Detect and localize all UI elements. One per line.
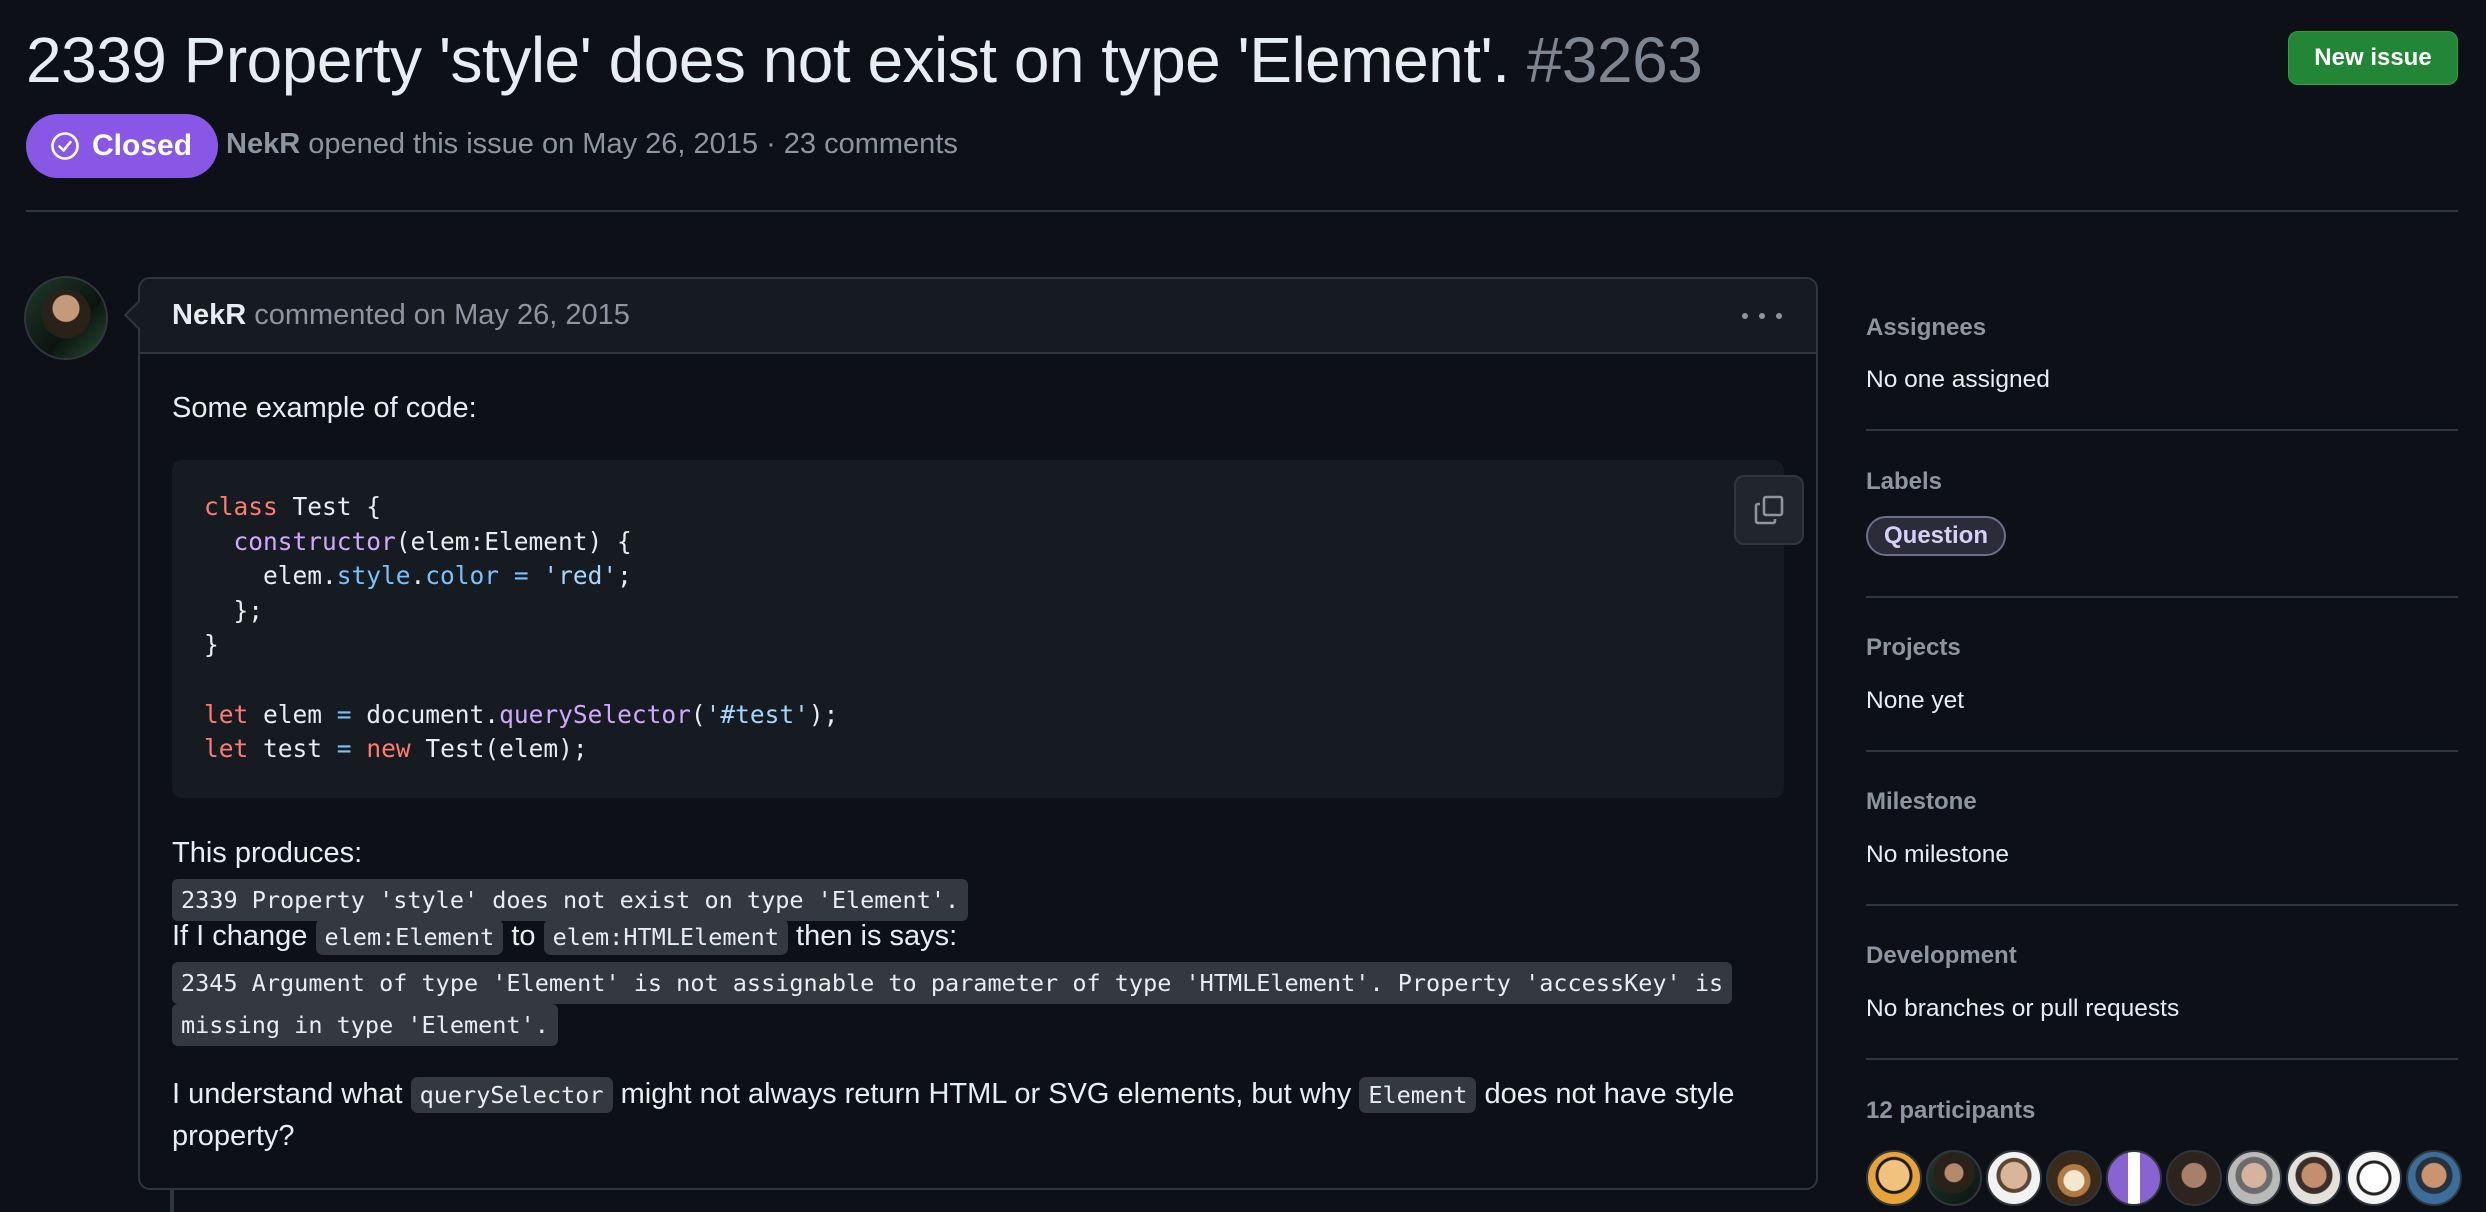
issue-opened-text: opened this issue on May 26, 2015 · 23 c… — [308, 128, 958, 160]
participant-avatar[interactable] — [2406, 1150, 2462, 1206]
assignees-value: No one assigned — [1866, 366, 2050, 393]
change-post: then is says: — [796, 920, 958, 952]
comment-timestamp[interactable]: commented on May 26, 2015 — [254, 299, 630, 331]
projects-value: None yet — [1866, 687, 1965, 714]
copy-icon — [1754, 495, 1784, 525]
error-code-2-line-2: missing in type 'Element'. — [172, 1004, 558, 1046]
participant-avatar[interactable] — [2226, 1150, 2282, 1206]
question-sentence: I understand what querySelector might no… — [172, 1077, 1735, 1113]
development-value: No branches or pull requests — [1866, 995, 2180, 1022]
comment-header: NekR commented on May 26, 2015 — [140, 279, 1816, 354]
sidebar-divider — [1866, 1058, 2458, 1060]
comment-header-text: NekR commented on May 26, 2015 — [172, 299, 630, 332]
participant-avatar[interactable] — [2046, 1150, 2102, 1206]
participant-avatar[interactable] — [2346, 1150, 2402, 1206]
participant-avatar[interactable] — [2286, 1150, 2342, 1206]
timeline-line — [170, 1190, 174, 1212]
header-divider — [26, 210, 2458, 212]
sidebar-divider — [1866, 904, 2458, 906]
inline-code-queryselector: querySelector — [410, 1077, 613, 1113]
change-pre: If I change — [172, 920, 308, 952]
question-mid: might not always return HTML or SVG elem… — [620, 1078, 1352, 1110]
milestone-value: No milestone — [1866, 841, 2009, 868]
inline-code-element: elem:Element — [315, 919, 504, 955]
issue-title: 2339 Property 'style' does not exist on … — [26, 18, 1703, 102]
new-issue-button[interactable]: New issue — [2288, 31, 2458, 85]
change-to-word: to — [511, 920, 536, 952]
error-code-1: 2339 Property 'style' does not exist on … — [172, 879, 969, 921]
milestone-heading[interactable]: Milestone — [1866, 788, 1977, 816]
code-block: class Test { constructor(elem:Element) {… — [172, 460, 1804, 798]
issue-title-text: 2339 Property 'style' does not exist on … — [26, 24, 1510, 96]
comment-box: NekR commented on May 26, 2015 Some exam… — [138, 277, 1818, 1190]
status-label: Closed — [92, 129, 193, 162]
question-pre: I understand what — [172, 1078, 403, 1110]
projects-heading[interactable]: Projects — [1866, 634, 1961, 662]
error-code-2-line-1: 2345 Argument of type 'Element' is not a… — [172, 962, 1733, 1004]
participants-heading: 12 participants — [1866, 1097, 2036, 1124]
development-heading[interactable]: Development — [1866, 942, 2017, 970]
issue-number: #3263 — [1526, 24, 1703, 96]
comment-author-link[interactable]: NekR — [172, 299, 246, 331]
label-question[interactable]: Question — [1866, 516, 2007, 556]
issue-meta: NekR opened this issue on May 26, 2015 ·… — [226, 128, 958, 161]
change-sentence: If I change elem:Element to elem:HTMLEle… — [172, 919, 958, 955]
sidebar-divider — [1866, 596, 2458, 598]
participant-avatar[interactable] — [1986, 1150, 2042, 1206]
inline-code-htmlelement: elem:HTMLElement — [543, 919, 788, 955]
copy-button[interactable] — [1734, 475, 1804, 545]
comment-intro: Some example of code: — [172, 392, 477, 424]
check-circle-icon — [51, 132, 79, 160]
issue-author-link[interactable]: NekR — [226, 128, 300, 160]
assignees-heading[interactable]: Assignees — [1866, 314, 1986, 342]
produces-label: This produces: — [172, 837, 363, 869]
question-post: does not have style — [1484, 1078, 1735, 1110]
status-badge: Closed — [26, 114, 219, 178]
labels-heading[interactable]: Labels — [1866, 468, 1942, 496]
question-line-2: property? — [172, 1120, 295, 1152]
sidebar-divider — [1866, 750, 2458, 752]
participant-avatar[interactable] — [1926, 1150, 1982, 1206]
participant-avatar[interactable] — [1866, 1150, 1922, 1206]
participant-avatar[interactable] — [2166, 1150, 2222, 1206]
kebab-icon[interactable] — [1742, 301, 1782, 331]
participant-avatar[interactable] — [2106, 1150, 2162, 1206]
inline-code-element-2: Element — [1359, 1077, 1477, 1113]
comment-author-avatar[interactable] — [24, 276, 108, 360]
code-snippet: class Test { constructor(elem:Element) {… — [204, 492, 839, 764]
sidebar-divider — [1866, 429, 2458, 431]
